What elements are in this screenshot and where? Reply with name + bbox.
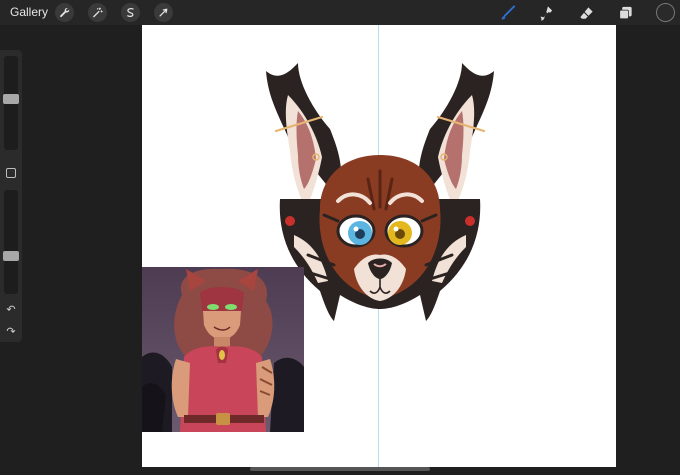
- selection-icon: [127, 8, 134, 17]
- selection-button[interactable]: [121, 3, 140, 22]
- brush-size-slider[interactable]: [3, 56, 19, 150]
- brush-size-thumb[interactable]: [3, 94, 19, 104]
- smudge-icon: [539, 5, 552, 21]
- reference-image[interactable]: [142, 267, 304, 432]
- actions-button[interactable]: [55, 3, 74, 22]
- magic-wand-icon: [93, 7, 103, 18]
- opacity-thumb[interactable]: [3, 251, 19, 261]
- opacity-slider[interactable]: [3, 190, 19, 294]
- top-toolbar: Gallery: [0, 0, 680, 25]
- layers-tool[interactable]: [615, 3, 635, 23]
- redo-icon: ↷: [6, 325, 16, 338]
- transform-button[interactable]: [154, 3, 173, 22]
- wrench-icon: [60, 8, 70, 18]
- eraser-icon: [579, 6, 593, 19]
- left-sidebar: ↶ ↷: [0, 50, 22, 342]
- color-picker-button[interactable]: [656, 3, 675, 22]
- layers-icon: [618, 6, 632, 19]
- gallery-button[interactable]: Gallery: [10, 5, 48, 19]
- undo-button[interactable]: ↶: [4, 302, 18, 316]
- adjustments-button[interactable]: [88, 3, 107, 22]
- undo-icon: ↶: [6, 303, 16, 316]
- canvas-scrollbar[interactable]: [250, 467, 430, 471]
- brush-icon: [501, 4, 515, 20]
- brush-tool[interactable]: [497, 3, 517, 23]
- transform-arrow-icon: [159, 8, 168, 17]
- modify-button[interactable]: [6, 168, 16, 178]
- smudge-tool[interactable]: [536, 3, 556, 23]
- redo-button[interactable]: ↷: [4, 324, 18, 338]
- eraser-tool[interactable]: [576, 3, 596, 23]
- procreate-app: Gallery ↶ ↷: [0, 0, 680, 475]
- drawing-canvas[interactable]: [142, 25, 616, 467]
